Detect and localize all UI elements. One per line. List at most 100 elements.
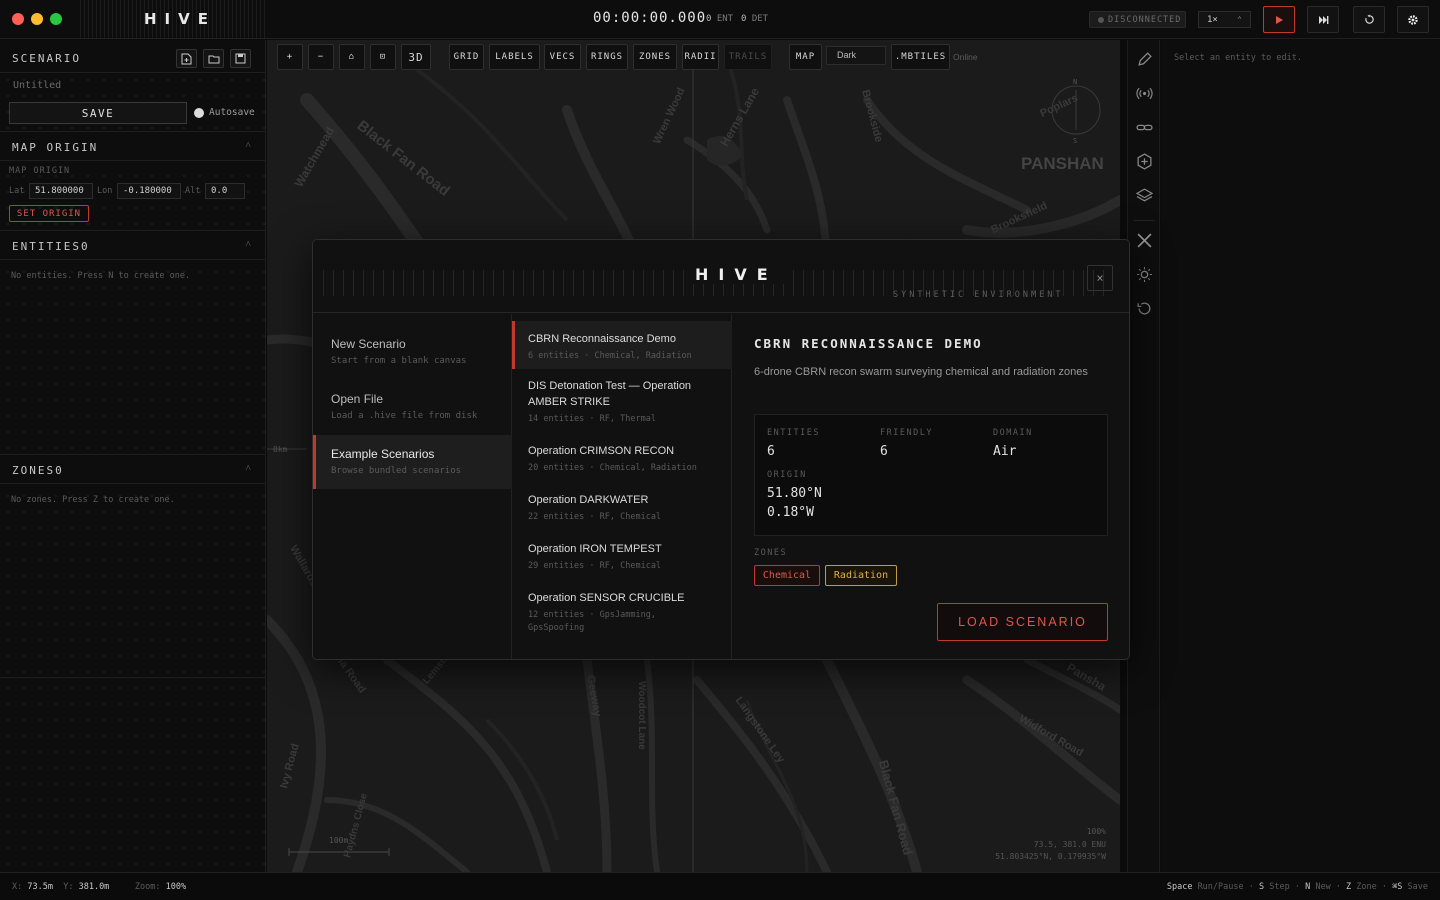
zone-chip-chemical: Chemical xyxy=(754,565,820,586)
labels-toggle[interactable]: LABELS xyxy=(489,44,540,70)
vecs-toggle[interactable]: VECS xyxy=(544,44,581,70)
zones-section-header[interactable]: ZONES0 ˄ xyxy=(0,454,265,484)
online-status: Online xyxy=(953,52,978,62)
scenario-detail: CBRN RECONNAISSANCE DEMO 6-drone CBRN re… xyxy=(732,314,1129,659)
nav-example-scenarios[interactable]: Example Scenarios Browse bundled scenari… xyxy=(313,435,512,489)
scenario-item-iron-tempest[interactable]: Operation IRON TEMPEST 29 entities · RF,… xyxy=(512,541,732,573)
detection-counter: 0 DET xyxy=(741,14,769,24)
broadcast-icon[interactable] xyxy=(1136,85,1153,102)
3d-toggle[interactable]: 3D xyxy=(401,44,431,70)
scenario-meta: 29 entities · RF, Chemical xyxy=(528,561,662,571)
nav-new-scenario[interactable]: New Scenario Start from a blank canvas xyxy=(313,314,512,368)
gear-icon xyxy=(1408,14,1418,25)
properties-hint: Select an entity to edit. xyxy=(1174,53,1302,63)
load-scenario-button[interactable]: LOAD SCENARIO xyxy=(937,603,1108,641)
trails-toggle[interactable]: TRAILS xyxy=(724,44,772,70)
lat-input[interactable]: 51.800000 xyxy=(29,183,93,199)
zones-empty-message: No zones. Press Z to create one. xyxy=(11,495,175,505)
compass-north: N xyxy=(1073,78,1078,86)
link-icon[interactable] xyxy=(1136,119,1153,136)
divider xyxy=(1134,220,1155,221)
scenario-item-crimson-recon[interactable]: Operation CRIMSON RECON 20 entities · Ch… xyxy=(512,443,732,475)
reset-icon xyxy=(1364,14,1374,24)
minimize-window-button[interactable] xyxy=(31,13,43,25)
home-button[interactable]: ⌂ xyxy=(339,44,365,70)
open-folder-button[interactable] xyxy=(203,49,224,68)
autosave-toggle[interactable] xyxy=(194,108,204,118)
scenario-title: DIS Detonation Test — Operation AMBER ST… xyxy=(528,380,692,408)
scenario-item-amber-strike[interactable]: DIS Detonation Test — Operation AMBER ST… xyxy=(512,378,722,426)
map-toggle[interactable]: MAP xyxy=(789,44,822,70)
pencil-icon[interactable] xyxy=(1136,51,1153,68)
scenario-title: Operation DARKWATER xyxy=(528,494,649,506)
sim-clock: 00:00:00.000 xyxy=(593,10,707,26)
grid-toggle[interactable]: GRID xyxy=(449,44,484,70)
play-icon xyxy=(1276,15,1283,24)
scenario-meta: 20 entities · Chemical, Radiation xyxy=(528,463,697,473)
scenario-title: Operation IRON TEMPEST xyxy=(528,543,662,555)
lon-input[interactable]: -0.180000 xyxy=(117,183,181,199)
scenario-item-sensor-crucible[interactable]: Operation SENSOR CRUCIBLE 12 entities · … xyxy=(512,590,712,635)
crosshair-x-icon[interactable] xyxy=(1136,232,1153,249)
entities-stat-value: 6 xyxy=(767,444,775,459)
zones-count: 0 xyxy=(55,464,62,477)
scale-zero-label: 0km xyxy=(273,445,288,454)
close-window-button[interactable] xyxy=(12,13,24,25)
sun-icon[interactable] xyxy=(1136,266,1153,283)
speed-select[interactable]: 1× xyxy=(1198,11,1251,28)
step-forward-icon xyxy=(1318,15,1328,24)
detail-title: CBRN RECONNAISSANCE DEMO xyxy=(754,336,983,351)
cursor-readout: X: 73.5m Y: 381.0m Zoom: 100% xyxy=(12,882,187,892)
theme-select[interactable]: Dark xyxy=(826,46,886,65)
layers-icon[interactable] xyxy=(1136,187,1153,204)
step-button[interactable] xyxy=(1307,6,1339,33)
origin-stat-label: ORIGIN xyxy=(767,470,807,480)
zoom-in-button[interactable]: + xyxy=(277,44,303,70)
alt-label: Alt xyxy=(185,186,201,196)
add-entity-icon[interactable] xyxy=(1136,153,1153,170)
scenario-item-darkwater[interactable]: Operation DARKWATER 22 entities · RF, Ch… xyxy=(512,492,732,524)
scenario-item-cbrn[interactable]: CBRN Reconnaissance Demo 6 entities · Ch… xyxy=(512,321,732,369)
zone-chip-radiation: Radiation xyxy=(825,565,897,586)
nav-open-file[interactable]: Open File Load a .hive file from disk xyxy=(313,369,512,423)
domain-stat-value: Air xyxy=(993,444,1017,459)
scenario-meta: 14 entities · RF, Thermal xyxy=(528,414,656,424)
left-panel: SCENARIO Untitled SAVE Autosave MAP ORIG… xyxy=(0,40,266,872)
maximize-window-button[interactable] xyxy=(50,13,62,25)
origin-lon-value: 0.18°W xyxy=(767,505,814,520)
new-file-button[interactable] xyxy=(176,49,197,68)
play-button[interactable] xyxy=(1263,6,1295,33)
scenario-name[interactable]: Untitled xyxy=(13,80,61,91)
alt-input[interactable]: 0.0 xyxy=(205,183,245,199)
scenario-meta: 22 entities · RF, Chemical xyxy=(528,512,662,522)
connection-status-badge: DISCONNECTED xyxy=(1089,11,1186,28)
reset-button[interactable] xyxy=(1353,6,1385,33)
divider xyxy=(0,677,265,678)
domain-stat-label: DOMAIN xyxy=(993,428,1033,438)
rings-toggle[interactable]: RINGS xyxy=(586,44,628,70)
app-logo: HIVE xyxy=(144,10,216,28)
zones-toggle[interactable]: ZONES xyxy=(633,44,677,70)
set-origin-button[interactable]: SET ORIGIN xyxy=(9,205,89,222)
settings-button[interactable] xyxy=(1397,6,1429,33)
close-modal-button[interactable]: × xyxy=(1087,265,1113,291)
scenario-title: SCENARIO xyxy=(12,52,81,65)
entities-section-header[interactable]: ENTITIES0 ˄ xyxy=(0,230,265,260)
mbtiles-button[interactable]: .MBTILES xyxy=(891,44,950,70)
map-origin-section-header[interactable]: MAP ORIGIN ˄ xyxy=(0,131,265,161)
modal-subtitle: SYNTHETIC ENVIRONMENT xyxy=(893,290,1064,300)
zones-label: ZONES xyxy=(754,548,788,558)
history-icon[interactable] xyxy=(1136,300,1153,317)
nav-desc: Start from a blank canvas xyxy=(331,356,467,366)
title-bar: HIVE 00:00:00.000 0 ENT 0 DET DISCONNECT… xyxy=(0,0,1440,39)
radii-toggle[interactable]: RADII xyxy=(682,44,719,70)
collapse-icon: ˄ xyxy=(245,463,251,474)
save-file-button[interactable] xyxy=(230,49,251,68)
zoom-out-button[interactable]: − xyxy=(308,44,334,70)
geo-coords: 51.803425°N, 0.179935°W xyxy=(995,852,1106,861)
scenario-modal: HIVE SYNTHETIC ENVIRONMENT × New Scenari… xyxy=(312,239,1130,660)
modal-header: HIVE SYNTHETIC ENVIRONMENT × xyxy=(313,240,1129,313)
nav-title: New Scenario xyxy=(331,337,406,351)
fit-button[interactable]: ⊡ xyxy=(370,44,396,70)
save-button[interactable]: SAVE xyxy=(9,102,187,124)
